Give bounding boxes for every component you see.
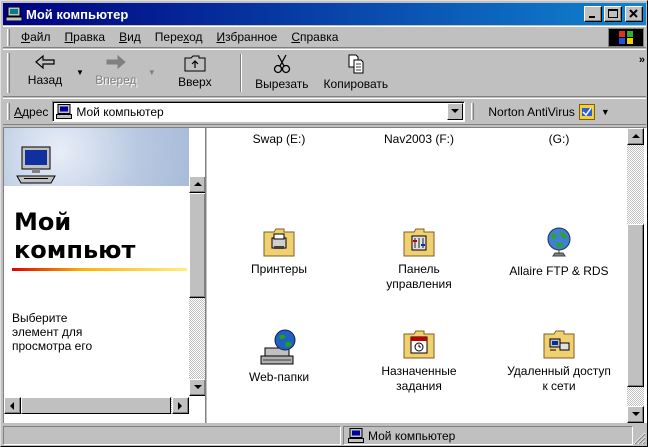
pane-vertical-scrollbar[interactable] xyxy=(189,176,205,396)
scroll-down-button[interactable] xyxy=(189,379,205,396)
scroll-left-button[interactable] xyxy=(4,397,21,414)
status-cell-empty xyxy=(3,426,341,445)
up-folder-icon xyxy=(184,55,206,72)
address-input[interactable]: Мой компьютер xyxy=(52,101,466,122)
menu-go[interactable]: Переход xyxy=(148,30,210,44)
back-arrow-icon xyxy=(35,54,55,70)
toolbar-grip[interactable] xyxy=(7,53,10,93)
window-title: Мой компьютер xyxy=(26,6,129,22)
address-value: Мой компьютер xyxy=(76,104,164,119)
menu-help[interactable]: Справка xyxy=(284,30,345,44)
scissors-icon xyxy=(273,54,290,74)
menu-bar: Файл Правка Вид Переход Избранное Справк… xyxy=(3,26,646,48)
scroll-thumb[interactable] xyxy=(627,224,644,387)
web-folders-icon xyxy=(260,329,296,365)
my-computer-icon xyxy=(56,104,73,119)
web-folders-item[interactable]: Web-папки xyxy=(209,328,349,385)
back-button[interactable]: Назад xyxy=(14,50,76,96)
folder-contents-pane: Swap (E:) Nav2003 (F:) (G:) Принтеры Пан… xyxy=(207,128,647,423)
my-computer-icon xyxy=(348,428,364,443)
menu-edit[interactable]: Правка xyxy=(58,30,113,44)
address-bar: Адрес Мой компьютер Norton AntiVirus ▼ xyxy=(3,98,646,125)
up-button[interactable]: Вверх xyxy=(156,50,234,96)
menu-grip[interactable] xyxy=(7,28,10,46)
address-dropdown-button[interactable] xyxy=(447,103,464,120)
menu-view[interactable]: Вид xyxy=(112,30,148,44)
my-computer-icon xyxy=(6,7,22,21)
windows-logo-icon xyxy=(608,28,644,47)
allaire-ftp-rds-item[interactable]: Allaire FTP & RDS xyxy=(489,226,629,279)
control-panel-folder-icon xyxy=(403,228,435,257)
address-grip[interactable] xyxy=(7,103,10,120)
status-bar: Мой компьютер xyxy=(3,426,646,445)
forward-arrow-icon xyxy=(106,54,126,70)
scroll-thumb[interactable] xyxy=(189,193,205,298)
cut-button[interactable]: Вырезать xyxy=(248,50,316,96)
horizontal-scroll-thumb[interactable] xyxy=(21,397,171,414)
contents-vertical-scrollbar[interactable] xyxy=(627,128,644,423)
scroll-up-button[interactable] xyxy=(189,176,205,193)
web-view-pane: Мой компьют Выберите элемент для просмот… xyxy=(4,128,206,423)
norton-antivirus-icon xyxy=(578,103,595,120)
standard-toolbar: Назад ▼ Вперед ▼ Вверх Вырезать Копирова… xyxy=(3,49,646,97)
printers-item[interactable]: Принтеры xyxy=(209,226,349,277)
pane-description: Выберите элемент для просмотра его xyxy=(12,311,93,353)
copy-button[interactable]: Копировать xyxy=(316,50,396,96)
forward-button[interactable]: Вперед xyxy=(84,50,148,96)
copy-icon xyxy=(348,54,364,74)
scroll-down-button[interactable] xyxy=(627,406,644,423)
large-my-computer-icon xyxy=(16,146,56,184)
dialup-networking-item[interactable]: Удаленный доступ к сети xyxy=(489,328,629,394)
drive-label[interactable]: (G:) xyxy=(489,132,629,146)
toolbar-more-chevron-icon[interactable]: » xyxy=(639,54,645,66)
resize-grip-icon[interactable] xyxy=(632,431,646,445)
maximize-button[interactable] xyxy=(604,6,622,22)
menu-favorites[interactable]: Избранное xyxy=(209,30,284,44)
norton-dropdown-icon[interactable]: ▼ xyxy=(601,107,610,117)
main-area: Мой компьют Выберите элемент для просмот… xyxy=(3,127,647,423)
drive-label[interactable]: Swap (E:) xyxy=(209,132,349,146)
close-button[interactable] xyxy=(625,6,643,22)
pane-title: Мой компьют xyxy=(14,208,136,264)
dialup-networking-folder-icon xyxy=(543,330,575,359)
globe-icon xyxy=(547,227,571,257)
control-panel-item[interactable]: Панель управления xyxy=(349,226,489,292)
scroll-right-button[interactable] xyxy=(172,397,189,414)
printers-folder-icon xyxy=(263,228,295,257)
pane-horizontal-scrollbar[interactable] xyxy=(4,397,189,414)
title-bar[interactable]: Мой компьютер xyxy=(3,3,646,25)
scheduled-tasks-folder-icon xyxy=(403,330,435,359)
minimize-button[interactable] xyxy=(584,6,602,22)
address-label: Адрес xyxy=(14,104,49,119)
scheduled-tasks-item[interactable]: Назначенные задания xyxy=(349,328,489,394)
explorer-window: Мой компьютер Файл Правка Вид Переход Из… xyxy=(0,0,648,447)
scroll-up-button[interactable] xyxy=(627,128,644,145)
drive-label[interactable]: Nav2003 (F:) xyxy=(349,132,489,146)
menu-file[interactable]: Файл xyxy=(14,30,58,44)
links-grip[interactable] xyxy=(471,103,475,120)
status-cell-location: Мой компьютер xyxy=(343,426,633,445)
toolbar-separator xyxy=(239,54,242,92)
pane-divider-line xyxy=(12,268,187,271)
norton-antivirus-toolbar[interactable]: Norton AntiVirus ▼ xyxy=(484,103,610,120)
